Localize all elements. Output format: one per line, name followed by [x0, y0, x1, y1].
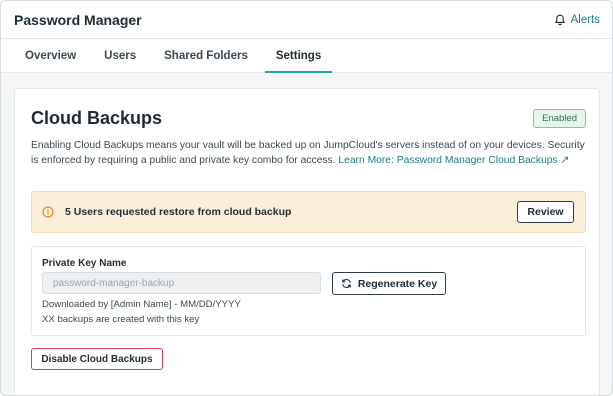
disable-cloud-backups-button[interactable]: Disable Cloud Backups — [31, 348, 163, 370]
restore-request-banner: 5 Users requested restore from cloud bac… — [31, 191, 586, 233]
app-window: Password Manager Alerts Overview Users S… — [0, 0, 613, 396]
section-title: Cloud Backups — [31, 108, 163, 128]
status-badge: Enabled — [533, 109, 586, 128]
alerts-button[interactable]: Alerts — [554, 14, 600, 26]
top-bar: Password Manager Alerts — [1, 1, 612, 39]
cloud-backups-card: Cloud Backups Enabled Enabling Cloud Bac… — [14, 88, 600, 395]
private-key-meta: Downloaded by [Admin Name] - MM/DD/YYYY … — [42, 298, 241, 327]
private-key-input[interactable] — [42, 272, 321, 294]
alerts-label: Alerts — [570, 13, 600, 26]
tab-shared-folders[interactable]: Shared Folders — [153, 39, 259, 72]
private-key-section: Private Key Name Regenerate Key Download… — [31, 246, 586, 336]
app-title: Password Manager — [14, 11, 142, 28]
review-button[interactable]: Review — [517, 201, 574, 223]
regenerate-key-button[interactable]: Regenerate Key — [332, 272, 446, 295]
backup-count-text: XX backups are created with this key — [42, 313, 200, 325]
tab-settings[interactable]: Settings — [264, 39, 333, 73]
restore-request-message: 5 Users requested restore from cloud bac… — [65, 206, 292, 218]
warning-icon — [42, 206, 54, 218]
tab-bar: Overview Users Shared Folders Settings — [1, 39, 612, 73]
refresh-icon — [342, 279, 351, 288]
downloaded-by-text: Downloaded by [Admin Name] - MM/DD/YYYY — [42, 299, 241, 310]
section-description: Enabling Cloud Backups means your vault … — [31, 139, 591, 168]
private-key-label: Private Key Name — [42, 258, 127, 269]
regenerate-key-label: Regenerate Key — [357, 277, 438, 290]
card-header: Cloud Backups Enabled — [31, 108, 586, 129]
learn-more-link[interactable]: Learn More: Password Manager Cloud Backu… — [338, 155, 569, 166]
tab-users[interactable]: Users — [93, 39, 147, 72]
tab-overview[interactable]: Overview — [14, 39, 87, 72]
bell-icon — [554, 14, 565, 25]
